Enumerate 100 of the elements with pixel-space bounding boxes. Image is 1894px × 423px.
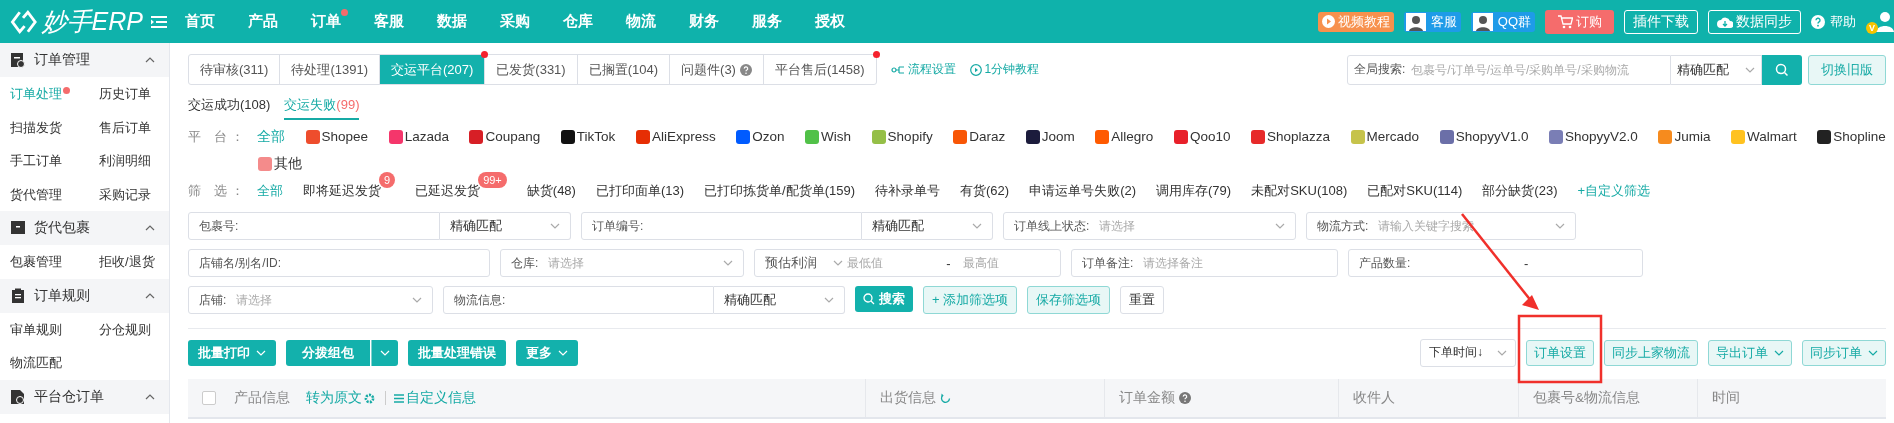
platform-option[interactable]: AliExpress [634,123,716,150]
menu-item[interactable]: 手工订单 [0,144,68,178]
platform-option[interactable]: ShopyyV2.0 [1548,123,1638,150]
platform-option[interactable]: ShopyyV1.0 [1438,123,1529,150]
platform-option[interactable]: TikTok [559,123,616,150]
filter-option[interactable]: 缺货(48) [526,177,576,204]
reset-button[interactable]: 重置 [1120,286,1165,314]
chevron-icon [723,260,733,266]
tab[interactable]: 待审核(311) [189,55,281,84]
cloud-icon [1717,15,1733,28]
filter-option[interactable]: 已配对SKU(114) [1367,177,1463,204]
search-icon [863,293,875,305]
platform-option[interactable]: Shopee [304,123,369,150]
platform-option[interactable]: Shopline [1816,123,1886,150]
filter-option[interactable]: 已打印面单(13) [595,177,685,204]
chevron-icon [1868,349,1878,356]
menu-item[interactable]: 拒收/退货 [89,245,161,279]
platform-option[interactable]: Coupang [468,123,541,150]
filter-option[interactable]: 待补录单号 [875,177,940,204]
menu-item[interactable]: 审单规则 [0,312,68,346]
tab[interactable]: 已搁置(104) [577,55,671,84]
filter-option[interactable]: 未配对SKU(108) [1251,177,1348,204]
range-field[interactable]: 产品数量: - [1348,249,1643,277]
match-select[interactable]: 精确匹配 [862,212,993,240]
select-all-checkbox[interactable] [202,391,216,405]
section-header[interactable]: 平台仓订单 [0,379,169,414]
field-label: 全局搜索: [1354,61,1406,78]
field-label: 订单备注: [1082,254,1134,272]
document-icon [10,287,26,304]
vip-badge: V [1866,21,1878,34]
text-input[interactable]: 包裹号/订单号/运单号/采购单号/采购物流 [1411,62,1664,77]
menu-item[interactable]: 采购记录 [89,177,157,211]
platform-option[interactable]: Shoplazza [1250,123,1331,150]
select-field[interactable]: 订单线上状态: 请选择 [1003,212,1296,240]
text-input[interactable]: 请选择 [548,256,719,270]
match-select[interactable]: 精确匹配 [714,286,845,314]
text-input[interactable]: 请选择备注 [1143,256,1327,270]
platform-option[interactable]: Shopify [870,123,933,150]
sub-tab[interactable]: 交运成功(108) [188,94,271,120]
tab[interactable]: 待处理(1391) [280,55,380,84]
count-badge: 99+ [478,172,507,188]
filter-label: 筛 选： [188,182,244,200]
filter-option[interactable]: 申请运单号失败(2) [1029,177,1137,204]
menu-item[interactable]: 利润明细 [89,144,157,178]
text-field[interactable]: 店铺名/别名/ID: [188,249,490,277]
sort-select[interactable]: 下单时间↓ [1420,338,1516,367]
platform-option[interactable]: Qoo10 [1172,123,1231,150]
dropdown-toggle[interactable] [371,339,398,366]
platform-option[interactable]: Lazada [387,123,449,150]
menu-item[interactable]: 分仓规则 [89,312,157,346]
profit-select[interactable]: 预估利润 [765,254,843,272]
tab[interactable]: 平台售后(1458) [763,55,876,84]
column-header: 订单金额 [1119,389,1175,407]
tab[interactable]: 问题件(3) [670,55,764,84]
section-header[interactable]: 订单管理 [0,43,169,77]
text-field[interactable]: 订单编号: [581,212,862,240]
search-field[interactable]: 全局搜索: 包裹号/订单号/运单号/采购单号/采购物流 [1347,54,1671,85]
platform-option[interactable]: Walmart [1729,123,1797,150]
text-field[interactable]: 物流信息: [443,286,714,314]
platform-option[interactable]: Jumia [1657,123,1711,150]
document-icon [10,52,26,68]
menu-item[interactable]: 货代管理 [0,177,68,211]
menu-item[interactable]: 售后订单 [89,110,157,144]
filter-option[interactable]: 已打印拣货单/配货单(159) [704,177,855,204]
menu-item[interactable]: 历史订单 [89,77,157,111]
platform-option[interactable]: Wish [804,123,852,150]
platform-option[interactable]: Mercado [1349,123,1420,150]
filter-option[interactable]: 调用库存(79) [1156,177,1232,204]
platform-option[interactable]: Ozon [735,123,785,150]
range-separator: - [1523,255,1530,271]
filter-option[interactable]: 有货(62) [960,177,1010,204]
select-field[interactable]: 店铺: 请选择 [188,286,433,314]
platform-option[interactable]: Allegro [1094,123,1154,150]
text-field[interactable]: 包裹号: [188,212,440,240]
section-header[interactable]: 订单规则 [0,278,169,313]
search-button[interactable] [1762,54,1802,85]
text-input[interactable]: 最高值 [962,256,1050,270]
field-label: 订单线上状态: [1014,217,1090,235]
filter-option[interactable]: 即将延迟发货 [303,177,381,204]
platform-option[interactable]: 其他 [257,150,302,177]
platform-option[interactable]: Daraz [952,123,1006,150]
section-header[interactable]: 货代包裹 [0,211,169,245]
menu-item[interactable]: 物流匹配 [0,346,68,380]
text-input[interactable]: 最低值 [847,256,935,270]
text-field[interactable]: 订单备注: 请选择备注 [1071,249,1338,277]
platform-option[interactable]: Joom [1024,123,1075,150]
text-input[interactable]: 请选择 [1099,219,1271,233]
select-field[interactable]: 仓库: 请选择 [500,249,744,277]
filter-option[interactable]: 已延迟发货 [415,177,481,204]
play-icon [1321,15,1335,28]
range-field[interactable]: 预估利润 最低值 - 最高值 [754,249,1061,277]
tab[interactable]: 已发货(331) [485,55,578,84]
text-input[interactable]: 请选择 [236,293,408,307]
filter-option[interactable]: 部分缺货(23) [1482,177,1558,204]
match-select[interactable]: 精确匹配 [440,212,571,240]
chevron-icon [1555,223,1565,229]
menu-item[interactable]: 包裹管理 [0,245,68,279]
chevron-icon [550,223,560,229]
menu-item[interactable]: 扫描发货 [0,110,68,144]
column-header: 包裹号&物流信息 [1533,389,1640,407]
